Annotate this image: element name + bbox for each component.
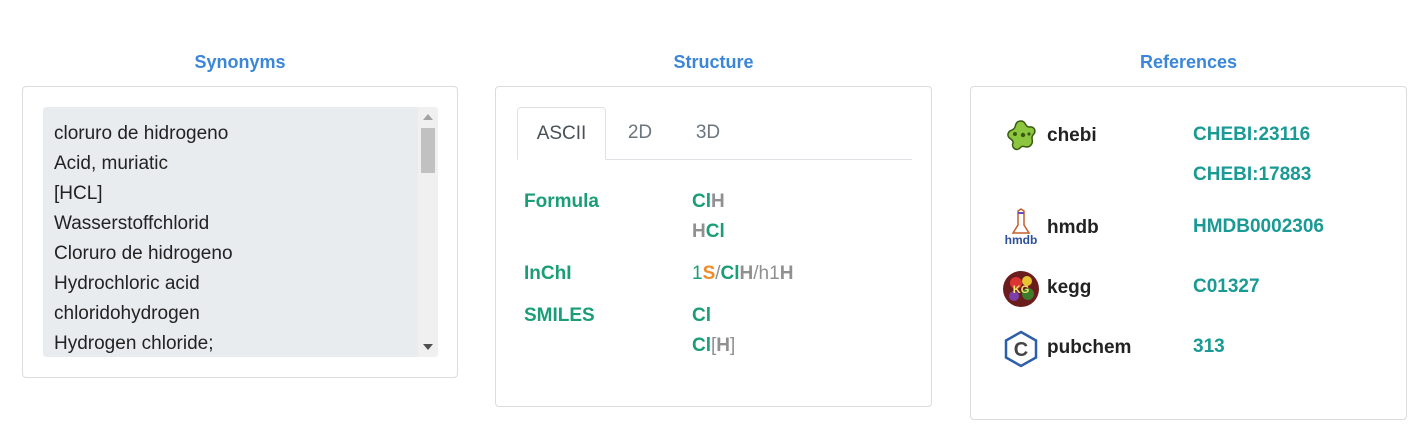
ref-name-kegg: kegg [1047,277,1092,298]
ref-link-hmdb[interactable]: HMDB0002306 [1193,216,1324,238]
formula-label: Formula [524,191,599,212]
formula-value-1: ClH [692,191,725,212]
formula-value: HCl [692,217,725,247]
tab-2d[interactable]: 2D [615,107,665,159]
ref-name-chebi: chebi [1047,125,1097,146]
structure-tabs: ASCII 2D 3D [517,107,912,160]
ref-name-pubchem: pubchem [1047,337,1132,358]
inchi-value: 1S/ClH/h1H [692,263,794,284]
synonym-item[interactable]: Acid, muriatic [54,149,233,179]
structure-title: Structure [673,52,754,72]
tab-ascii[interactable]: ASCII [517,107,606,160]
smiles-value-1: Cl [692,305,711,326]
references-panel: chebi CHEBI:23116 CHEBI:17883 hmdb hmdb … [970,86,1407,420]
scrollbar-thumb[interactable] [421,128,435,173]
formula-value: ClH [692,187,725,217]
smiles-value-2: Cl[H] [692,335,736,356]
synonym-item[interactable]: Wasserstoffchlorid [54,209,233,239]
synonym-item[interactable]: chloridohydrogen [54,299,233,329]
chebi-logo-icon [1007,120,1036,151]
formula-value-2: HCl [692,221,725,242]
svg-text:C: C [1014,339,1028,361]
scroll-up-arrow-icon[interactable] [423,114,433,120]
ref-name-hmdb: hmdb [1047,217,1099,238]
structure-panel: ASCII 2D 3D Formula ClH HCl InChI 1S/ClH… [495,86,932,407]
kegg-logo-icon: KG [1003,271,1039,307]
svg-text:KG: KG [1013,284,1030,296]
ref-link-kegg[interactable]: C01327 [1193,276,1260,298]
scroll-down-arrow-icon[interactable] [423,344,433,350]
synonyms-panel: cloruro de hidrogeno Acid, muriatic [HCL… [22,86,458,378]
synonyms-title: Synonyms [194,52,286,72]
svg-text:hmdb: hmdb [1005,233,1038,247]
synonym-item[interactable]: cloruro de hidrogeno [54,119,233,149]
synonym-item[interactable]: Hydrochloric acid [54,269,233,299]
synonyms-scrollbar[interactable] [418,107,438,357]
synonyms-listbox[interactable]: cloruro de hidrogeno Acid, muriatic [HCL… [43,107,438,357]
smiles-value: Cl[H] [692,331,735,361]
smiles-value: Cl [692,301,711,331]
ref-link-chebi-1[interactable]: CHEBI:23116 [1193,124,1310,146]
pubchem-logo-icon: C [1004,330,1038,368]
ref-link-chebi-2[interactable]: CHEBI:17883 [1193,164,1311,186]
tab-3d[interactable]: 3D [683,107,733,159]
synonym-item[interactable]: Cloruro de hidrogeno [54,239,233,269]
references-title: References [1139,52,1238,72]
ref-link-pubchem[interactable]: 313 [1193,336,1225,358]
hmdb-logo-icon: hmdb [1005,208,1038,247]
synonym-item[interactable]: Hydrogen chloride; [54,329,233,357]
inchi-label: InChI [524,263,572,284]
smiles-label: SMILES [524,305,595,326]
synonyms-list: cloruro de hidrogeno Acid, muriatic [HCL… [54,119,233,357]
synonym-item[interactable]: [HCL] [54,179,233,209]
